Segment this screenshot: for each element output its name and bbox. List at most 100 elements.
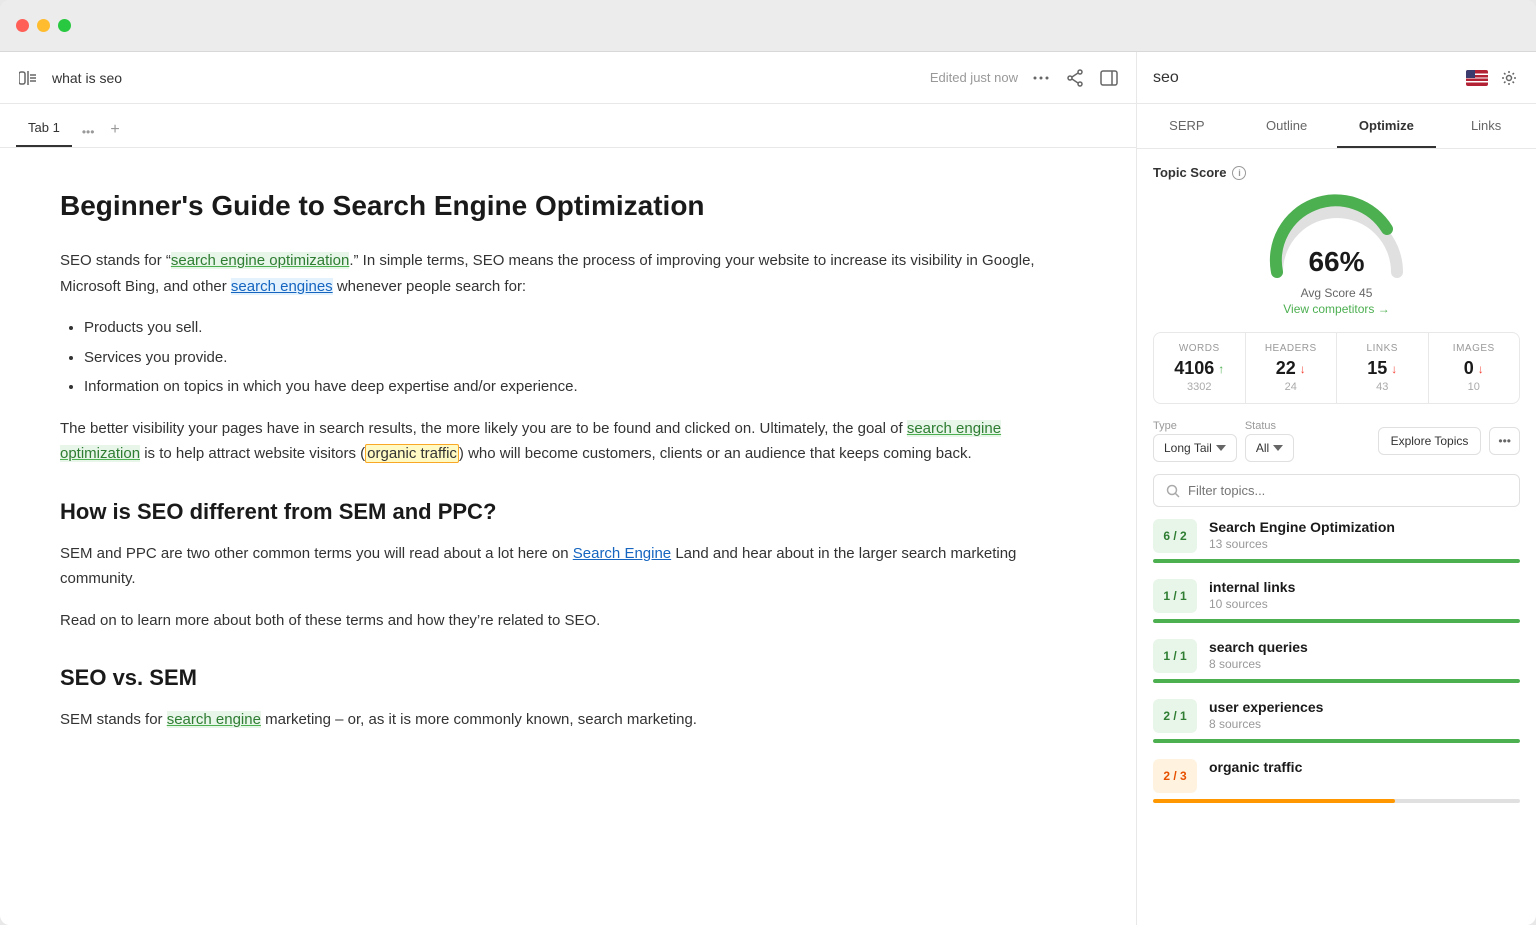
close-button[interactable] — [16, 19, 29, 32]
stat-words-label: WORDS — [1162, 343, 1237, 354]
p2-after: is to help attract website visitors ( — [144, 445, 365, 462]
topic-bar-fill-search-queries — [1153, 679, 1520, 683]
search-query-label: seo — [1153, 69, 1454, 87]
topic-bar-internal-links — [1153, 619, 1520, 623]
topic-badge-seo: 6 / 2 — [1153, 519, 1197, 553]
bullet-2: Services you provide. — [84, 345, 1076, 371]
p1-text-after2: whenever people search for: — [333, 278, 526, 295]
topic-name-seo: Search Engine Optimization — [1209, 519, 1520, 535]
right-toolbar: seo — [1137, 52, 1536, 104]
sidebar-icon — [19, 71, 37, 85]
doc-bullets: Products you sell. Services you provide.… — [84, 315, 1076, 400]
stat-words-value: 4106 ↑ — [1162, 358, 1237, 379]
doc-paragraph-5: SEM stands for search engine marketing –… — [60, 707, 1076, 733]
tab-outline[interactable]: Outline — [1237, 104, 1337, 148]
topic-info-user-experiences: user experiences 8 sources — [1209, 699, 1520, 731]
settings-button[interactable] — [1498, 67, 1520, 89]
topic-name-search-queries: search queries — [1209, 639, 1520, 655]
links-arrow-down-icon: ↓ — [1391, 362, 1397, 376]
tab-links[interactable]: Links — [1436, 104, 1536, 148]
topics-more-button[interactable]: ••• — [1489, 427, 1520, 455]
topic-badge-search-queries: 1 / 1 — [1153, 639, 1197, 673]
gauge-percent: 66% — [1308, 246, 1364, 277]
doc-toolbar: what is seo Edited just now — [0, 52, 1136, 104]
topic-badge-user-experiences: 2 / 1 — [1153, 699, 1197, 733]
stat-headers-value: 22 ↓ — [1254, 358, 1329, 379]
doc-paragraph-1: SEO stands for “search engine optimizati… — [60, 248, 1076, 299]
topic-info-internal-links: internal links 10 sources — [1209, 579, 1520, 611]
stat-headers-sub: 24 — [1254, 381, 1329, 393]
doc-paragraph-2: The better visibility your pages have in… — [60, 416, 1076, 467]
p5-text-before: SEM stands for — [60, 711, 167, 728]
topic-score-label: Topic Score — [1153, 165, 1226, 180]
right-content: Topic Score i 66% — [1137, 149, 1536, 925]
tab-optimize[interactable]: Optimize — [1337, 104, 1437, 148]
topic-score-info-icon[interactable]: i — [1232, 166, 1246, 180]
tab-optimize-label: Optimize — [1359, 118, 1414, 133]
topic-bar-fill-seo — [1153, 559, 1520, 563]
stat-headers-label: HEADERS — [1254, 343, 1329, 354]
gauge-text: 66% — [1308, 246, 1364, 278]
maximize-button[interactable] — [58, 19, 71, 32]
doc-content: Beginner's Guide to Search Engine Optimi… — [0, 148, 1136, 925]
traffic-lights — [16, 19, 71, 32]
topic-bar-fill-internal-links — [1153, 619, 1520, 623]
p5-text-after: marketing – or, as it is more commonly k… — [261, 711, 697, 728]
status-filter-label: Status — [1245, 420, 1294, 432]
left-panel: what is seo Edited just now — [0, 52, 1136, 925]
tab-add-button[interactable]: + — [104, 113, 125, 147]
doc-heading-1: Beginner's Guide to Search Engine Optimi… — [60, 188, 1076, 224]
minimize-button[interactable] — [37, 19, 50, 32]
topic-name-organic-traffic: organic traffic — [1209, 759, 1520, 775]
more-icon — [1033, 76, 1049, 80]
avg-score-label: Avg Score 45 — [1301, 286, 1373, 300]
doc-paragraph-4: Read on to learn more about both of thes… — [60, 608, 1076, 634]
sidebar-toggle-button[interactable] — [16, 66, 40, 90]
explore-topics-button[interactable]: Explore Topics — [1378, 427, 1482, 455]
topic-sources-user-experiences: 8 sources — [1209, 717, 1520, 731]
topic-bar-user-experiences — [1153, 739, 1520, 743]
topic-info-search-queries: search queries 8 sources — [1209, 639, 1520, 671]
p3-text-before: SEM and PPC are two other common terms y… — [60, 545, 573, 562]
topic-bar-seo — [1153, 559, 1520, 563]
view-competitors-link[interactable]: View competitors → — [1283, 302, 1389, 316]
stat-images: IMAGES 0 ↓ 10 — [1429, 333, 1520, 403]
stat-images-value: 0 ↓ — [1437, 358, 1512, 379]
tab-more-button[interactable]: ••• — [76, 117, 101, 147]
doc-title: what is seo — [52, 70, 122, 86]
topic-item-seo-header: 6 / 2 Search Engine Optimization 13 sour… — [1153, 519, 1520, 553]
app-body: what is seo Edited just now — [0, 52, 1536, 925]
stat-links-sub: 43 — [1345, 381, 1420, 393]
more-options-button[interactable] — [1030, 67, 1052, 89]
type-dropdown[interactable]: Long Tail — [1153, 434, 1237, 462]
status-dropdown-value: All — [1256, 441, 1269, 455]
panel-toggle-button[interactable] — [1098, 67, 1120, 89]
topic-item-internal-links-header: 1 / 1 internal links 10 sources — [1153, 579, 1520, 613]
p3-link[interactable]: Search Engine — [573, 545, 671, 562]
type-chevron-down-icon — [1216, 443, 1226, 453]
tab-1[interactable]: Tab 1 — [16, 112, 72, 147]
language-flag-icon[interactable] — [1466, 70, 1488, 86]
view-competitors-text: View competitors → — [1283, 302, 1389, 316]
topics-list: 6 / 2 Search Engine Optimization 13 sour… — [1153, 519, 1520, 803]
tab-1-label: Tab 1 — [28, 120, 60, 135]
topic-sources-seo: 13 sources — [1209, 537, 1520, 551]
topic-item-organic-traffic: 2 / 3 organic traffic — [1153, 759, 1520, 803]
right-tabs: SERP Outline Optimize Links — [1137, 104, 1536, 149]
doc-heading-2: How is SEO different from SEM and PPC? — [60, 499, 1076, 525]
topic-score-section: Topic Score i 66% — [1153, 165, 1520, 316]
tab-serp[interactable]: SERP — [1137, 104, 1237, 148]
topic-item-organic-traffic-header: 2 / 3 organic traffic — [1153, 759, 1520, 793]
tab-links-label: Links — [1471, 118, 1501, 133]
status-dropdown[interactable]: All — [1245, 434, 1294, 462]
search-icon — [1166, 484, 1180, 498]
topic-name-internal-links: internal links — [1209, 579, 1520, 595]
filters-type-status-row: Type Long Tail Status All Explore T — [1153, 420, 1520, 462]
gauge-wrapper: 66% — [1257, 192, 1417, 282]
p2-after2: ) who will become customers, clients or … — [459, 445, 972, 462]
topic-item-user-experiences-header: 2 / 1 user experiences 8 sources — [1153, 699, 1520, 733]
right-panel: seo SERP Outline — [1136, 52, 1536, 925]
share-button[interactable] — [1064, 67, 1086, 89]
filter-topics-input[interactable] — [1188, 483, 1507, 498]
tab-serp-label: SERP — [1169, 118, 1204, 133]
